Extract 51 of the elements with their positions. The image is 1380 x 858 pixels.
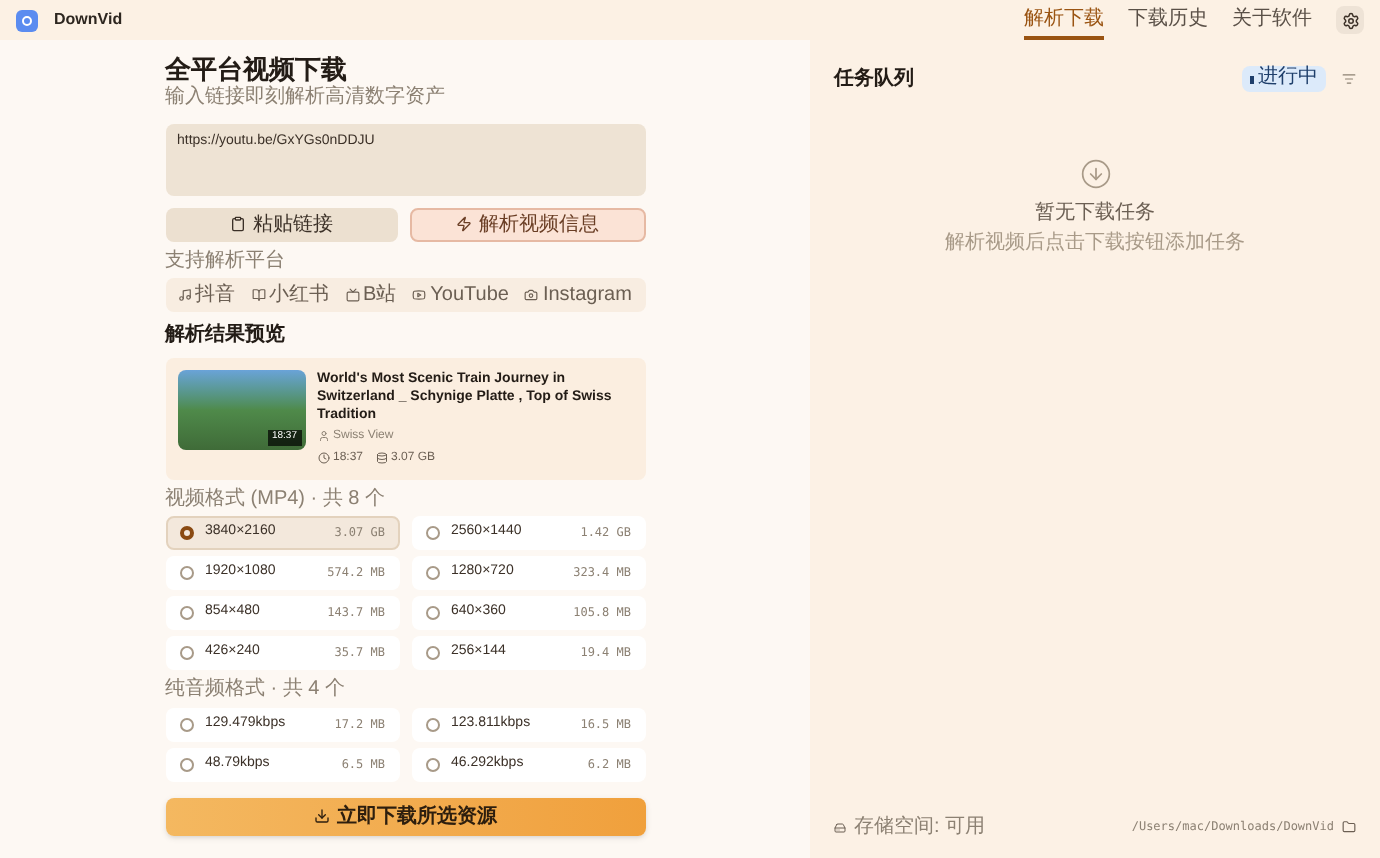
radio-icon [425, 646, 439, 660]
radio-icon [425, 526, 439, 540]
radio-icon [425, 566, 439, 580]
play-icon [412, 288, 427, 302]
radio-icon [425, 606, 439, 620]
radio-icon [179, 566, 193, 580]
download-button[interactable]: 立即下载所选资源 [165, 797, 645, 835]
platform-label: 小红书 [269, 281, 329, 310]
radio-icon [179, 717, 193, 731]
platform-label: YouTube [430, 282, 509, 310]
lightning-icon [455, 216, 471, 232]
empty-title: 暂无下载任务 [1035, 199, 1155, 228]
download-circle-icon [1079, 158, 1111, 190]
queue-title: 任务队列 [834, 65, 914, 94]
radio-icon [179, 526, 193, 540]
nav-tab[interactable]: 关于软件 [1232, 0, 1312, 40]
nav-tab[interactable]: 下载历史 [1128, 0, 1208, 40]
book-icon [251, 288, 265, 302]
paste-link-button[interactable]: 粘贴链接 [165, 207, 397, 241]
status-badge: 进行中 [1242, 66, 1326, 92]
platform-label: Instagram [542, 282, 632, 310]
radio-icon [425, 717, 439, 731]
camera-icon [524, 288, 539, 302]
video-formats-label: 视频格式 (MP4) · 共 8 个 [165, 487, 388, 512]
platforms-label: 支持解析平台 [165, 249, 287, 274]
audio-formats-label: 纯音频格式 · 共 4 个 [165, 678, 348, 703]
user-icon [317, 430, 329, 442]
platform-label: B站 [363, 281, 397, 310]
clipboard-icon [229, 216, 245, 232]
page-title: 全平台视频下载 [165, 56, 349, 82]
music-icon [177, 288, 191, 302]
preview-heading: 解析结果预览 [165, 324, 287, 349]
settings-icon [1341, 11, 1359, 29]
page-subtitle: 输入链接即刻解析高清数字资产 [165, 86, 447, 111]
app-logo-icon [16, 9, 38, 31]
storage-icon [375, 452, 388, 464]
drive-icon [834, 821, 846, 833]
storage-status: 存储空间: 可用 [854, 813, 986, 842]
download-icon [313, 808, 329, 824]
radio-icon [179, 606, 193, 620]
parse-video-button[interactable]: 解析视频信息 [409, 207, 645, 241]
empty-hint: 解析视频后点击下载按钮添加任务 [945, 229, 1245, 258]
platform-label: 抖音 [195, 281, 235, 310]
radio-icon [179, 646, 193, 660]
clock-icon [317, 452, 329, 464]
tv-icon [345, 288, 359, 302]
settings-button[interactable] [1336, 6, 1364, 34]
folder-icon[interactable] [1342, 820, 1356, 834]
radio-icon [179, 757, 193, 771]
radio-icon [425, 757, 439, 771]
app-name: DownVid [54, 8, 123, 32]
